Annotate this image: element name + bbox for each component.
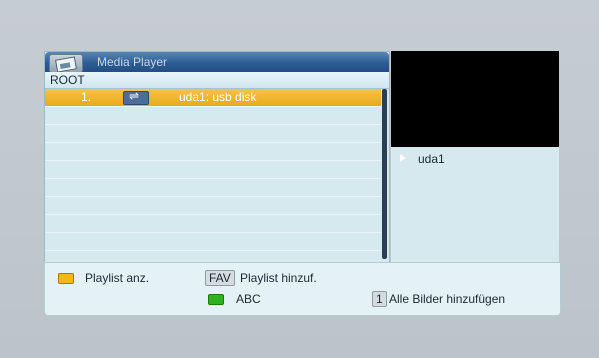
file-browser-panel: Media Player ROOT 1. uda1: usb disk [44, 51, 390, 265]
item-index: 1. [81, 90, 92, 104]
number-one-key: 1 [372, 291, 387, 307]
list-item-empty [45, 215, 381, 233]
fav-key: FAV [205, 270, 235, 286]
title-bar: Media Player [45, 52, 389, 73]
file-list: 1. uda1: usb disk [45, 89, 381, 264]
number-one-key-label: Alle Bilder hinzufügen [389, 292, 506, 306]
current-path: ROOT [50, 73, 85, 87]
item-name: uda1: usb disk [179, 90, 257, 104]
list-item-empty [45, 125, 381, 143]
device-info-panel: uda1 [391, 147, 559, 263]
scrollbar[interactable] [382, 89, 387, 259]
list-item-empty [45, 197, 381, 215]
list-item-empty [45, 161, 381, 179]
yellow-key-icon [58, 273, 74, 284]
green-key-label: ABC [236, 292, 261, 306]
list-item[interactable]: 1. uda1: usb disk [45, 89, 381, 107]
path-bar: ROOT [45, 72, 389, 89]
list-item-empty [45, 143, 381, 161]
key-legend: Playlist anz. FAV Playlist hinzuf. ABC 1… [44, 262, 561, 316]
green-key-icon [208, 294, 224, 305]
usb-icon [123, 89, 149, 105]
list-item-empty [45, 179, 381, 197]
media-player-icon [49, 54, 83, 73]
window-title: Media Player [97, 55, 168, 69]
preview-window [391, 51, 559, 147]
yellow-key-label: Playlist anz. [85, 271, 150, 285]
list-item-empty [45, 107, 381, 125]
arrow-right-icon [400, 154, 406, 162]
list-item-empty [45, 233, 381, 251]
fav-key-label: Playlist hinzuf. [240, 271, 317, 285]
device-name: uda1 [418, 152, 445, 166]
